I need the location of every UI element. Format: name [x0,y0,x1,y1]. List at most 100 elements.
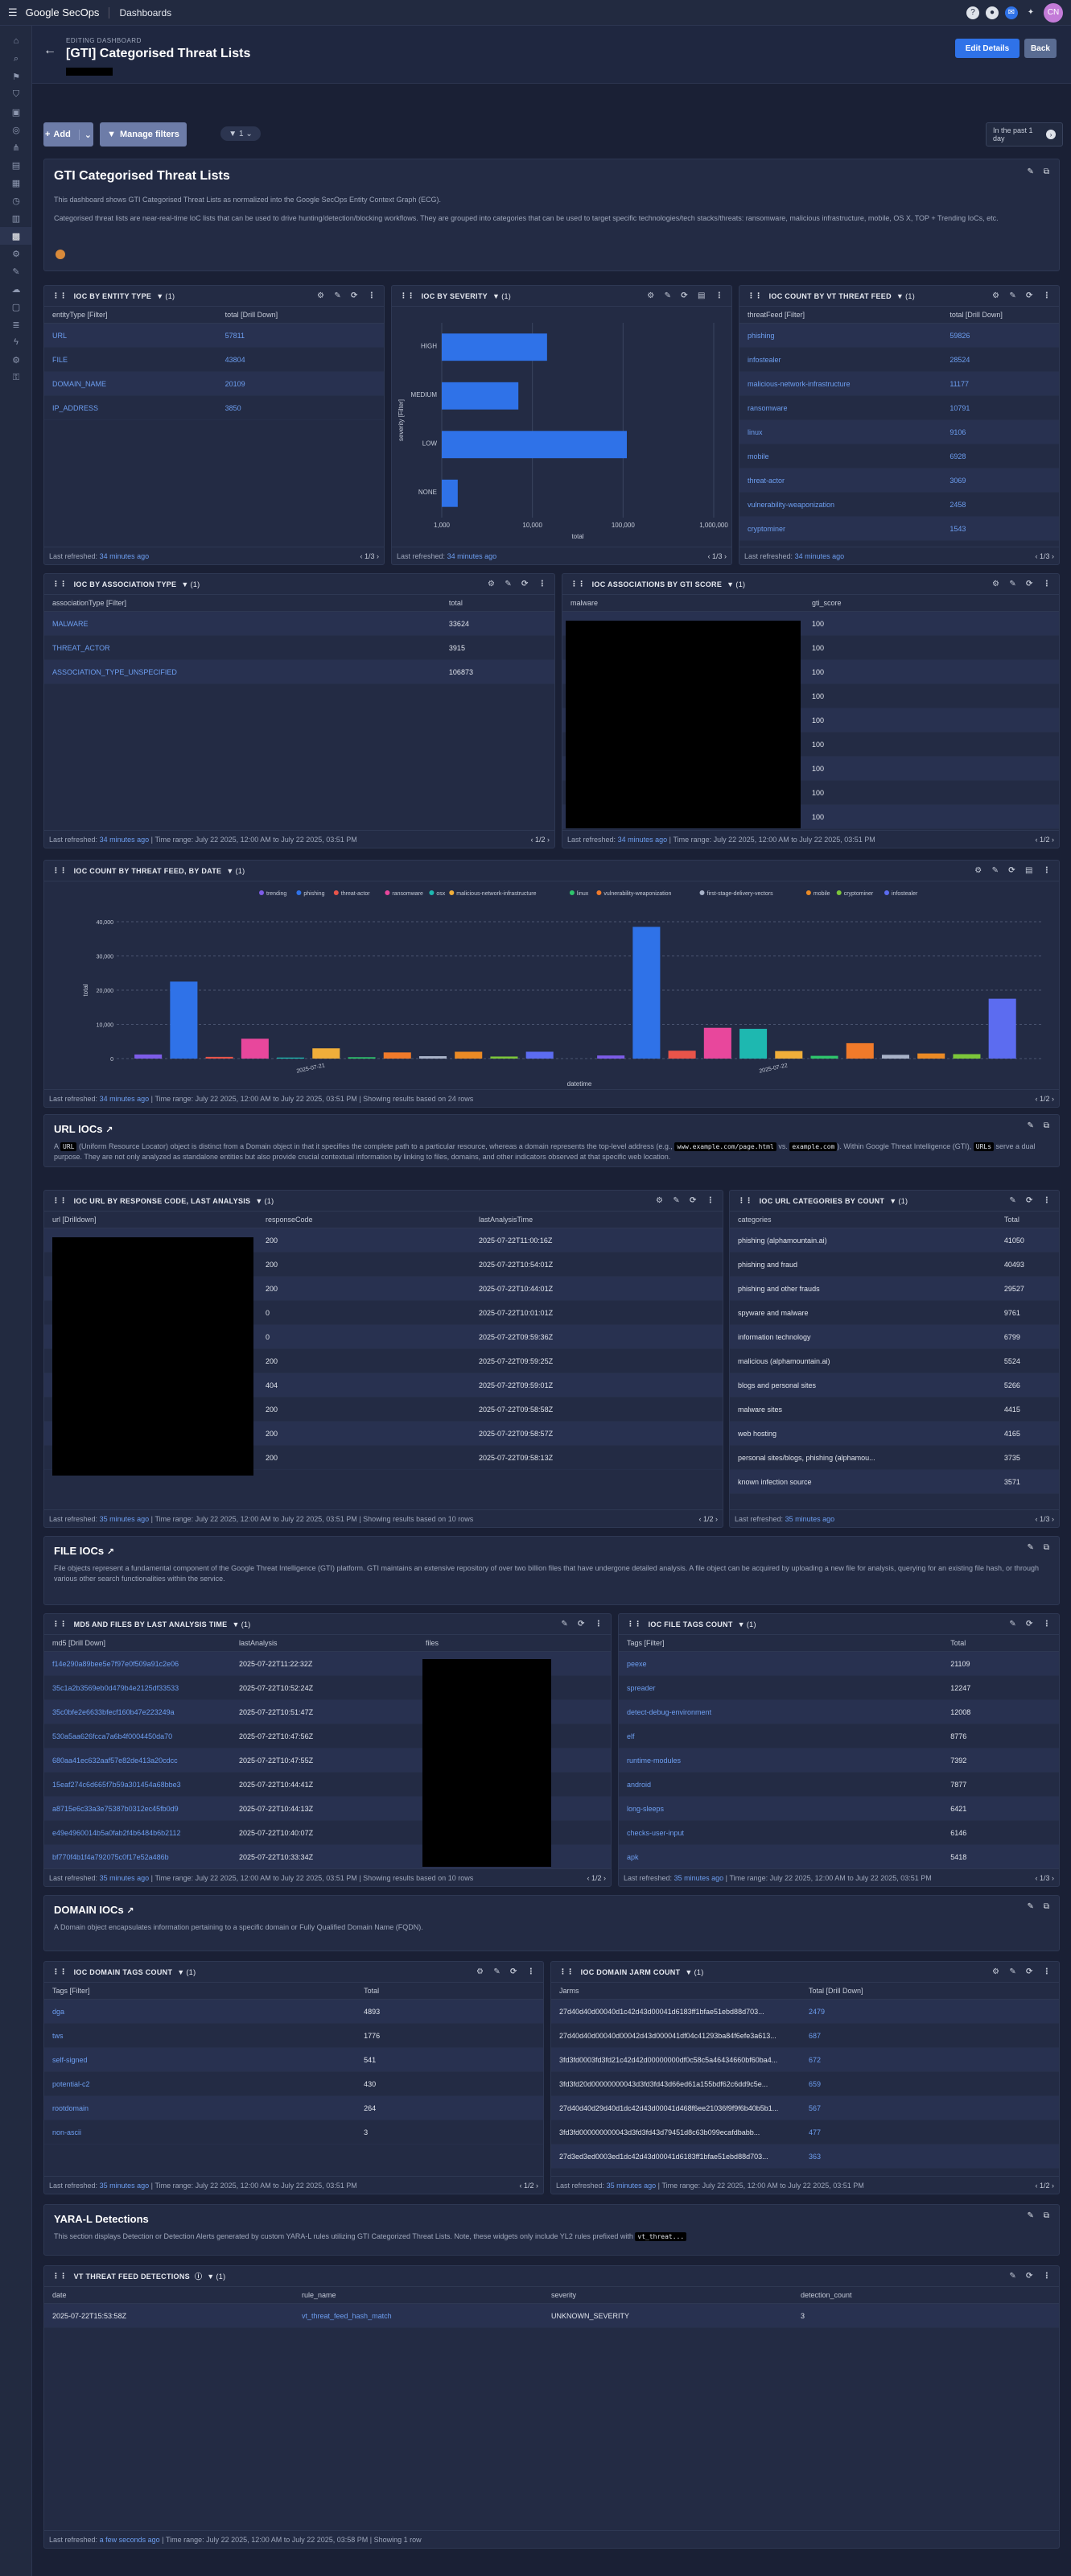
settings-icon[interactable]: ⚙ [656,1196,663,1205]
table-row[interactable]: 3fd3fd20d00000000043d3fd3fd43d66ed61a155… [551,2071,1059,2096]
edit-icon[interactable]: ✎ [1027,1121,1033,1130]
table-row[interactable]: non-ascii 3 [44,2120,543,2145]
cell[interactable]: 3850 [216,395,384,420]
table-row[interactable]: detect-debug-environment 12008 [619,1699,1059,1724]
table-row[interactable]: web hosting 4165 [730,1421,1059,1446]
pager[interactable]: ‹ 1/2 › [698,1515,718,1523]
cases-icon[interactable]: ▣ [0,103,32,121]
column-header[interactable]: detection_count [793,2287,1059,2304]
reports-icon[interactable]: ▦ [0,174,32,192]
table-row[interactable]: infostealer 28524 [739,347,1059,372]
table-row[interactable]: tws 1776 [44,2023,543,2048]
back-button[interactable]: Back [1024,39,1057,58]
settings-icon[interactable]: ⚙ [488,580,495,588]
table-row[interactable]: vulnerability-weaponization 2458 [739,492,1059,517]
table-row[interactable]: dga 4893 [44,1999,543,2024]
column-header[interactable]: associationType [Filter] [44,595,441,612]
cell[interactable]: 9106 [941,419,1059,444]
table-row[interactable]: known infection source 3571 [730,1469,1059,1494]
settings-icon[interactable]: ⚙ [974,866,982,875]
column-header[interactable]: malware [562,595,804,612]
cell[interactable]: 6928 [941,444,1059,469]
more-icon[interactable]: ⋮ [368,291,376,300]
cell[interactable]: 3069 [941,468,1059,493]
copy-icon[interactable]: ⧉ [1044,1543,1049,1552]
table-row[interactable]: elf 8776 [619,1724,1059,1748]
table-row[interactable]: 2025-07-22T15:53:58Z vt_threat_feed_hash_… [44,2303,1059,2328]
filter-icon[interactable]: ▼ [889,1197,896,1205]
edit-icon[interactable]: ✎ [561,1620,568,1629]
filter-icon[interactable]: ▼ [255,1197,262,1205]
settings-icon[interactable]: ⚙ [647,291,654,300]
table-row[interactable]: malicious (alphamountain.ai) 5524 [730,1348,1059,1373]
table-row[interactable]: runtime-modules 7392 [619,1748,1059,1773]
column-header[interactable]: gti_score [804,595,1059,612]
table-row[interactable]: blogs and personal sites 5266 [730,1373,1059,1397]
messages-icon[interactable]: ✉ [1005,6,1018,19]
table-row[interactable]: long-sleeps 6421 [619,1796,1059,1821]
menu-icon[interactable]: ☰ [8,6,18,19]
edit-icon[interactable]: ✎ [334,291,341,300]
alerts-icon[interactable]: ⚑ [0,68,32,85]
copy-icon[interactable]: ⧉ [1044,1902,1049,1911]
table-row[interactable]: information technology 6799 [730,1324,1059,1349]
cell[interactable]: vulnerability-weaponization [739,492,942,517]
cell[interactable]: URL [44,323,217,348]
table-icon[interactable]: ▤ [1025,866,1033,875]
pager[interactable]: ‹ 1/3 › [1035,1515,1054,1523]
drag-handle-icon[interactable]: ⋮⋮ [52,2272,68,2281]
gear-icon[interactable]: ⚙ [0,351,32,369]
filter-icon[interactable]: ▼ [226,867,233,875]
edit-details-button[interactable]: Edit Details [955,39,1020,58]
cell[interactable]: 10791 [941,395,1059,420]
refresh-icon[interactable]: ⟳ [351,291,358,300]
cell[interactable]: 59826 [941,323,1059,348]
external-link-icon[interactable]: ↗ [105,1125,113,1135]
settings-icon[interactable]: ⚙ [0,245,32,262]
table-row[interactable]: potential-c2 430 [44,2071,543,2096]
spark-icon[interactable]: ✦ [1024,6,1037,19]
more-icon[interactable]: ⋮ [1043,2272,1051,2281]
column-header[interactable]: Jarms [551,1983,801,2000]
table-row[interactable]: IP_ADDRESS 3850 [44,395,384,420]
column-header[interactable]: files [418,1635,611,1652]
table-row[interactable]: FILE 43804 [44,347,384,372]
cell[interactable]: 2458 [941,492,1059,517]
edit-icon[interactable]: ✎ [493,1967,500,1976]
table-row[interactable]: phishing and other frauds 29527 [730,1276,1059,1301]
cell[interactable]: MALWARE [44,611,441,636]
table-row[interactable]: 27d40d40d29d40d1dc42d43d00041d468f6ee210… [551,2095,1059,2120]
filter-icon[interactable]: ▼ [727,580,734,588]
more-icon[interactable]: ⋮ [1043,1196,1051,1205]
cell[interactable]: 28524 [941,347,1059,372]
table-row[interactable]: spyware and malware 9761 [730,1300,1059,1325]
cell[interactable]: threat-actor [739,468,942,493]
drag-handle-icon[interactable]: ⋮⋮ [748,291,763,300]
table-row[interactable]: peexe 21109 [619,1651,1059,1676]
table-row[interactable]: 27d3ed3ed0003ed1dc42d43d00041d6183ff1bfa… [551,2144,1059,2169]
lock-icon[interactable]: ▢ [0,298,32,316]
edit-icon[interactable]: ✎ [1009,2272,1016,2281]
more-icon[interactable]: ⋮ [538,580,546,588]
edit-icon[interactable]: ✎ [1009,1196,1016,1205]
drag-handle-icon[interactable]: ⋮⋮ [52,1967,68,1976]
table-row[interactable]: threat-actor 3069 [739,468,1059,493]
pager[interactable]: ‹ 1/2 › [1035,1095,1054,1103]
cell[interactable]: 11177 [941,371,1059,396]
drag-handle-icon[interactable]: ⋮⋮ [52,580,68,588]
cloud-icon[interactable]: ☁ [0,280,32,298]
filter-icon[interactable]: ▼ [156,292,163,300]
column-header[interactable]: entityType [Filter] [44,307,217,324]
table-row[interactable]: spreader 12247 [619,1675,1059,1700]
column-header[interactable]: Total [995,1212,1059,1228]
table-row[interactable]: malicious-network-infrastructure 11177 [739,371,1059,396]
filter-icon[interactable]: ▼ [207,2273,214,2281]
refresh-icon[interactable]: ⟳ [1026,1620,1033,1629]
table-row[interactable]: 27d40d40d00040d00042d43d000041df04c41293… [551,2023,1059,2048]
drag-handle-icon[interactable]: ⋮⋮ [559,1967,575,1976]
table-row[interactable]: rootdomain 264 [44,2095,543,2120]
column-header[interactable]: responseCode [257,1212,471,1228]
settings-icon[interactable]: ⚙ [992,580,999,588]
external-link-icon[interactable]: ↗ [107,1547,114,1557]
library-icon[interactable]: ▥ [0,209,32,227]
